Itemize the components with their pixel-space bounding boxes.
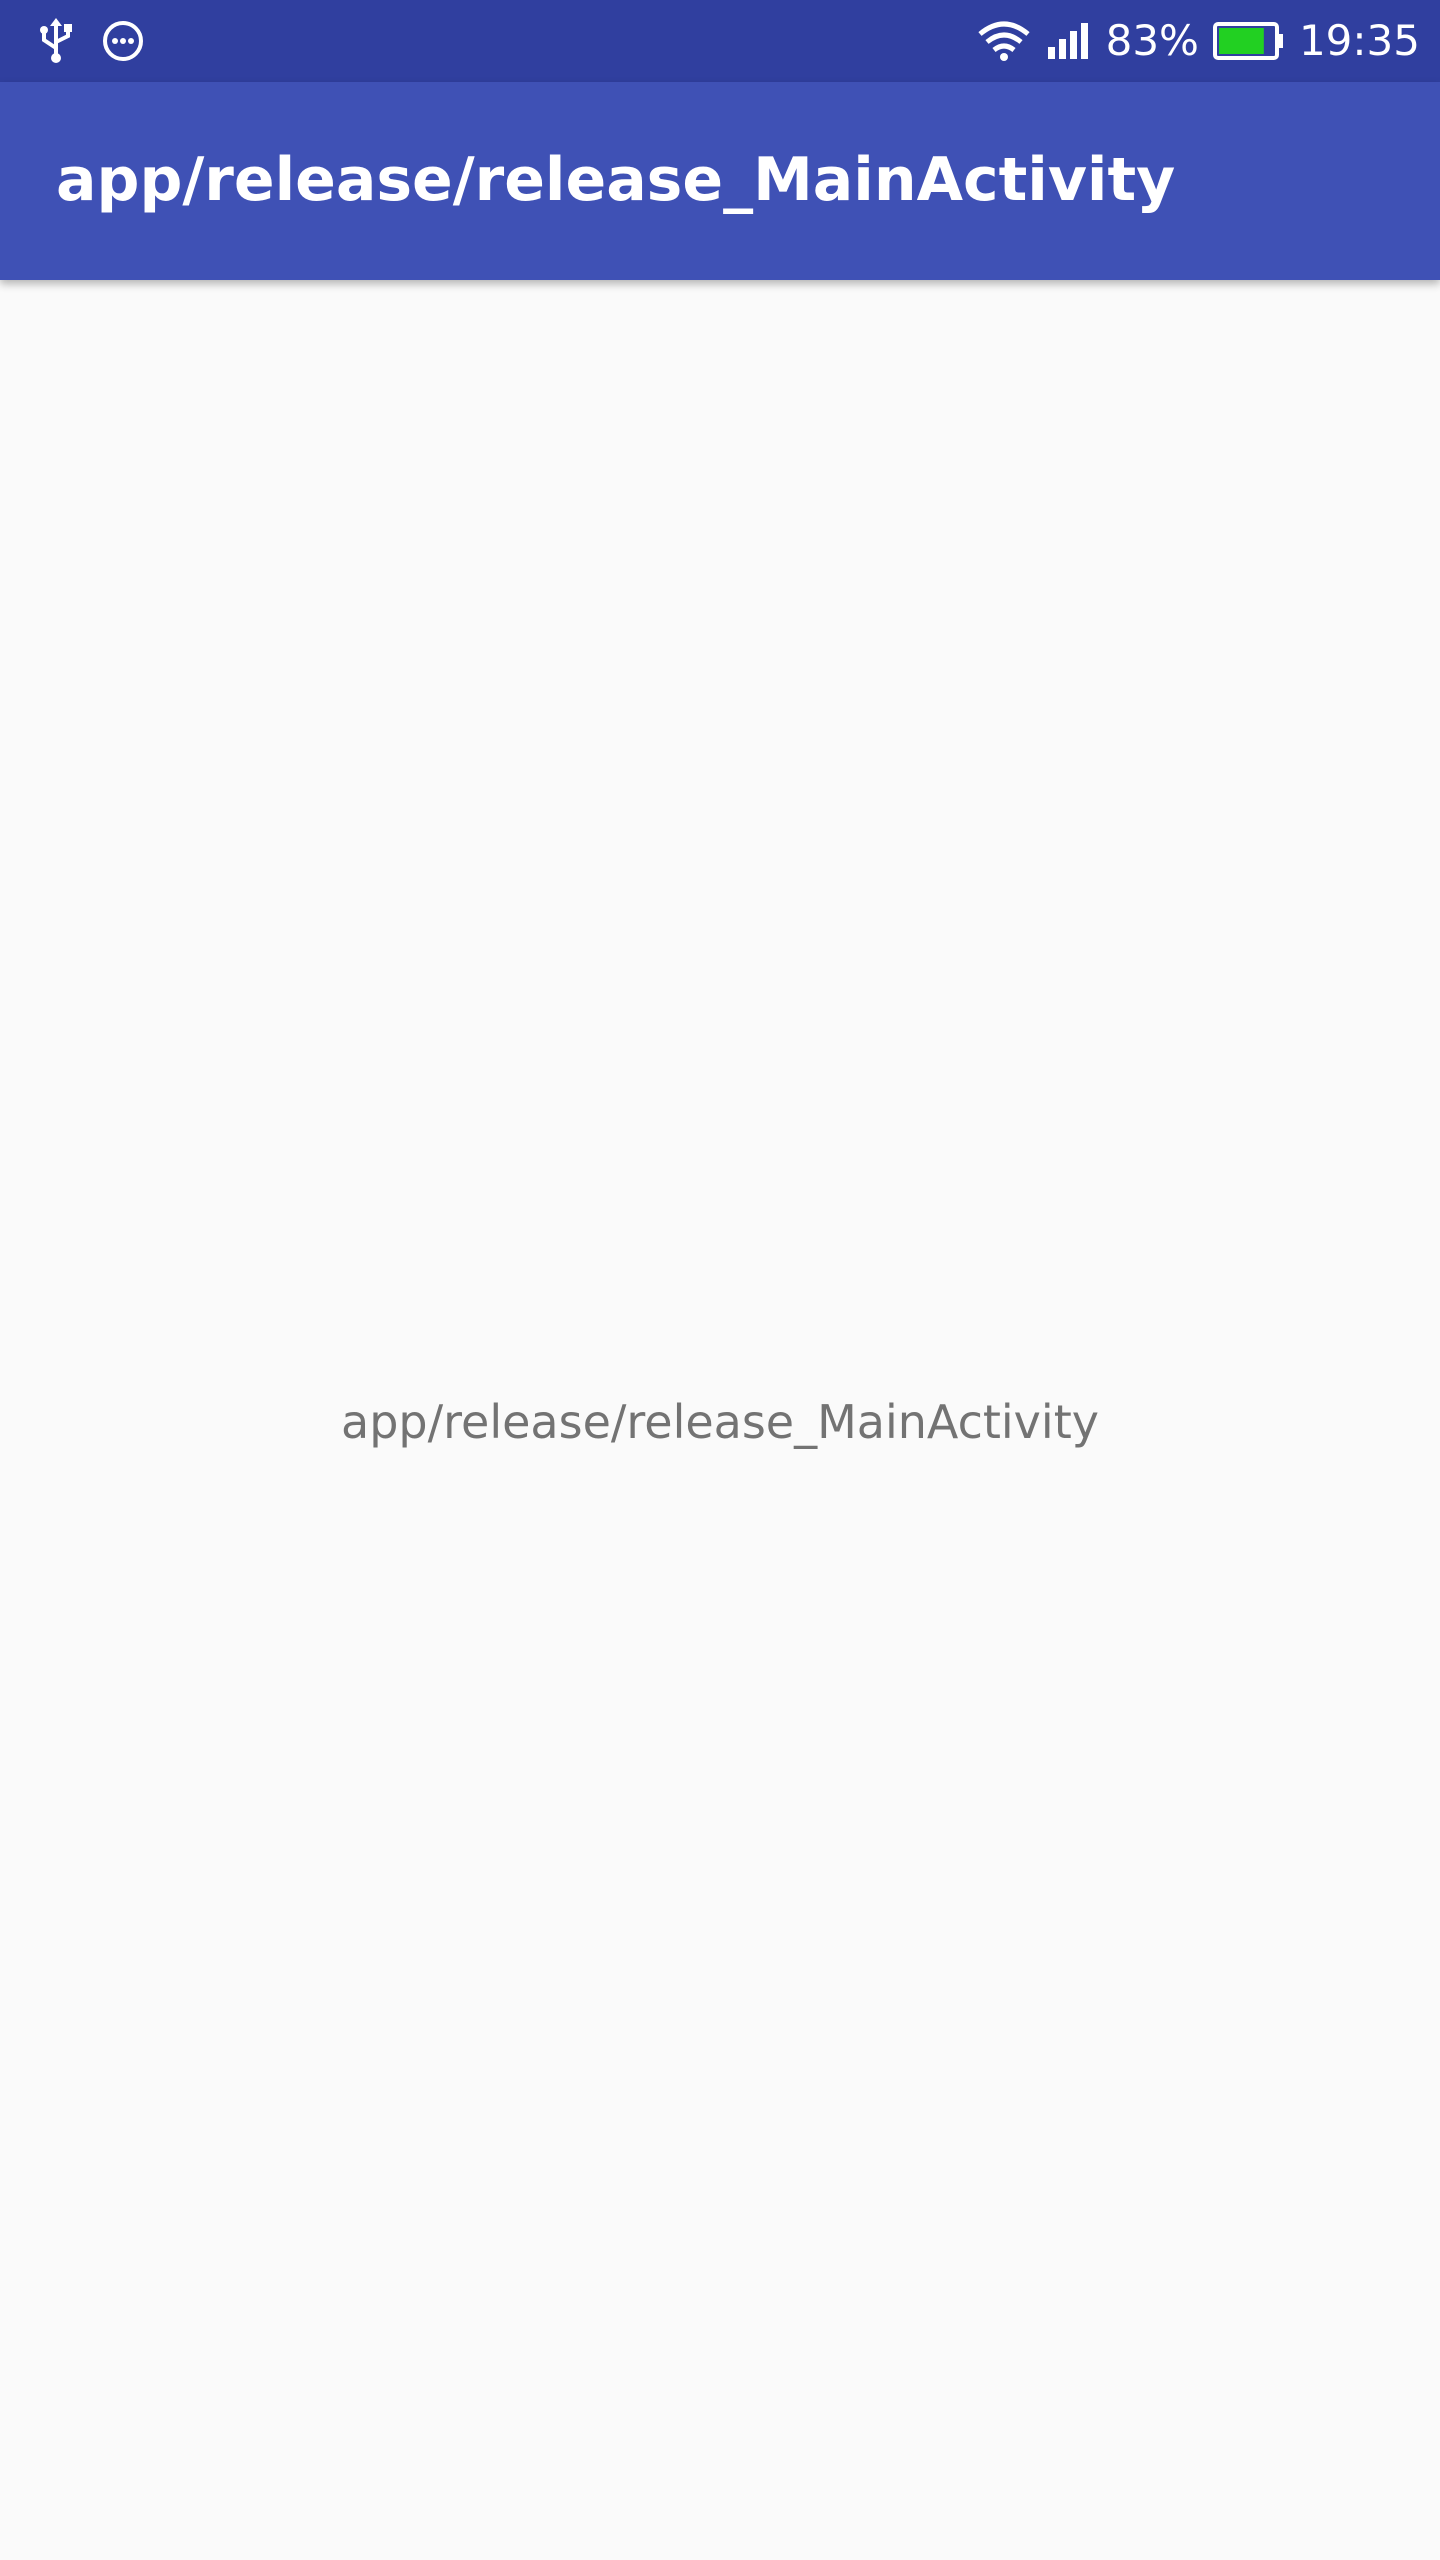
status-left-icons	[38, 18, 144, 64]
app-bar-title: app/release/release_MainActivity	[56, 145, 1176, 215]
status-right: 83% 19:35	[976, 12, 1420, 70]
wifi-icon	[976, 20, 1032, 62]
status-bar: 83% 19:35	[0, 0, 1440, 82]
screen: 83% 19:35 app/release/release_MainActivi…	[0, 0, 1440, 2560]
cellular-signal-icon	[1046, 21, 1092, 61]
main-content: app/release/release_MainActivity	[0, 280, 1440, 2560]
more-circle-icon	[102, 20, 144, 62]
clock: 19:35	[1298, 16, 1420, 65]
app-bar: app/release/release_MainActivity	[0, 82, 1440, 280]
usb-icon	[38, 18, 74, 64]
center-label: app/release/release_MainActivity	[341, 1395, 1099, 1449]
battery-icon	[1212, 21, 1285, 61]
battery-percent: 83%	[1105, 16, 1199, 65]
